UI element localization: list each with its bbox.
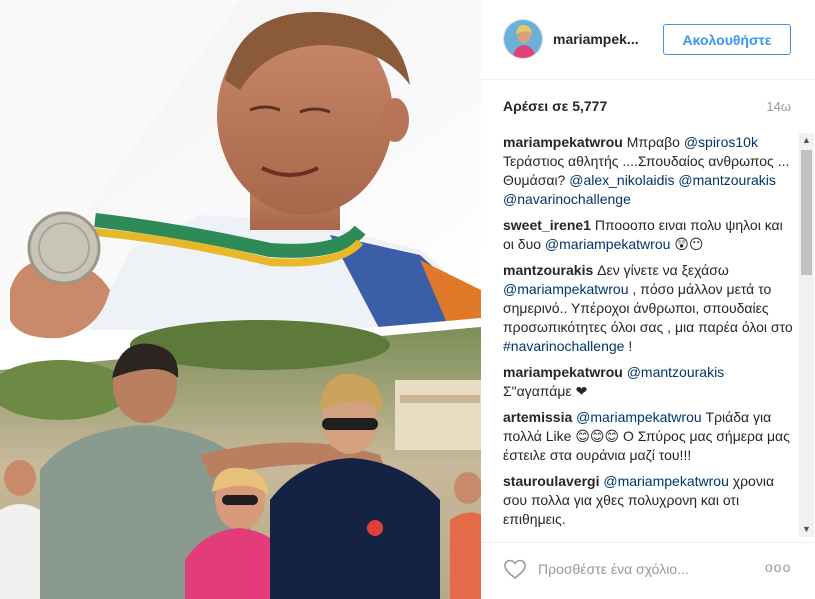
comment-author-link[interactable]: artemissia [503,409,572,425]
mention-link[interactable]: @mariampekatwrou [603,473,728,489]
scroll-thumb[interactable] [801,150,812,275]
avatar[interactable] [503,19,543,59]
comment-item: artemissia @mariampekatwrou Τριάδα για π… [503,408,793,465]
comment-author-link[interactable]: mantzourakis [503,262,593,278]
comment-text: ! [624,338,633,354]
scroll-down-arrow-icon[interactable]: ▼ [799,522,814,537]
mention-link[interactable]: @mantzourakis [627,364,724,380]
comment-text: Μπραβο [622,134,684,150]
comment-item: mariampekatwrou Μπραβο @spiros10k Τεράστ… [503,133,793,209]
scroll-up-arrow-icon[interactable]: ▲ [799,133,814,148]
comment-text: Σ"αγαπάμε ❤ [503,383,588,399]
mention-link[interactable]: @mariampekatwrou [576,409,701,425]
mention-link[interactable]: @spiros10k [684,134,758,150]
comments-scrollbar[interactable]: ▲ ▼ [799,133,814,537]
comment-author-link[interactable]: sweet_irene1 [503,217,591,233]
comment-author-link[interactable]: mariampekatwrou [503,134,623,150]
more-options-button[interactable]: ooo [765,559,791,575]
comment-text: 😲😶 [670,236,704,252]
avatar-image [504,20,542,58]
post-sidebar: mariampek... Ακολουθήστε Αρέσει σε 5,777… [481,0,815,599]
comment-text: Δεν γίνετε να ξεχάσω [593,262,729,278]
mention-link[interactable]: @mantzourakis [678,172,775,188]
comment-item: mantzourakis Δεν γίνετε να ξεχάσω @maria… [503,261,793,356]
mention-link[interactable]: @mariampekatwrou [503,281,628,297]
mention-link[interactable]: @mariampekatwrou [545,236,670,252]
post-photo[interactable] [0,0,481,599]
comment-input[interactable] [538,555,748,583]
heart-icon[interactable] [503,557,527,581]
username-link[interactable]: mariampek... [553,31,639,47]
comment-list: mariampekatwrou Μπραβο @spiros10k Τεράστ… [503,133,793,531]
comment-item: stauroulavergi @mariampekatwrou χρονια σ… [503,472,793,529]
comment-author-link[interactable]: mariampekatwrou [503,364,623,380]
mention-link[interactable]: #navarinochallenge [503,338,624,354]
timestamp[interactable]: 14ω [766,99,791,114]
comment-item: sweet_irene1 Πποοοπο ειναι πολυ ψηλοι κα… [503,216,793,254]
comment-author-link[interactable]: stauroulavergi [503,473,599,489]
follow-button[interactable]: Ακολουθήστε [663,24,791,55]
post-header: mariampek... Ακολουθήστε [481,0,815,80]
comment-footer: ooo [481,542,815,599]
likes-count[interactable]: Αρέσει σε 5,777 [503,98,607,114]
mention-link[interactable]: @navarinochallenge [503,191,631,207]
photo-collage [0,0,481,599]
comment-item: mariampekatwrou @mantzourakis Σ"αγαπάμε … [503,363,793,401]
likes-row: Αρέσει σε 5,777 14ω [503,98,793,118]
mention-link[interactable]: @alex_nikolaidis [569,172,674,188]
